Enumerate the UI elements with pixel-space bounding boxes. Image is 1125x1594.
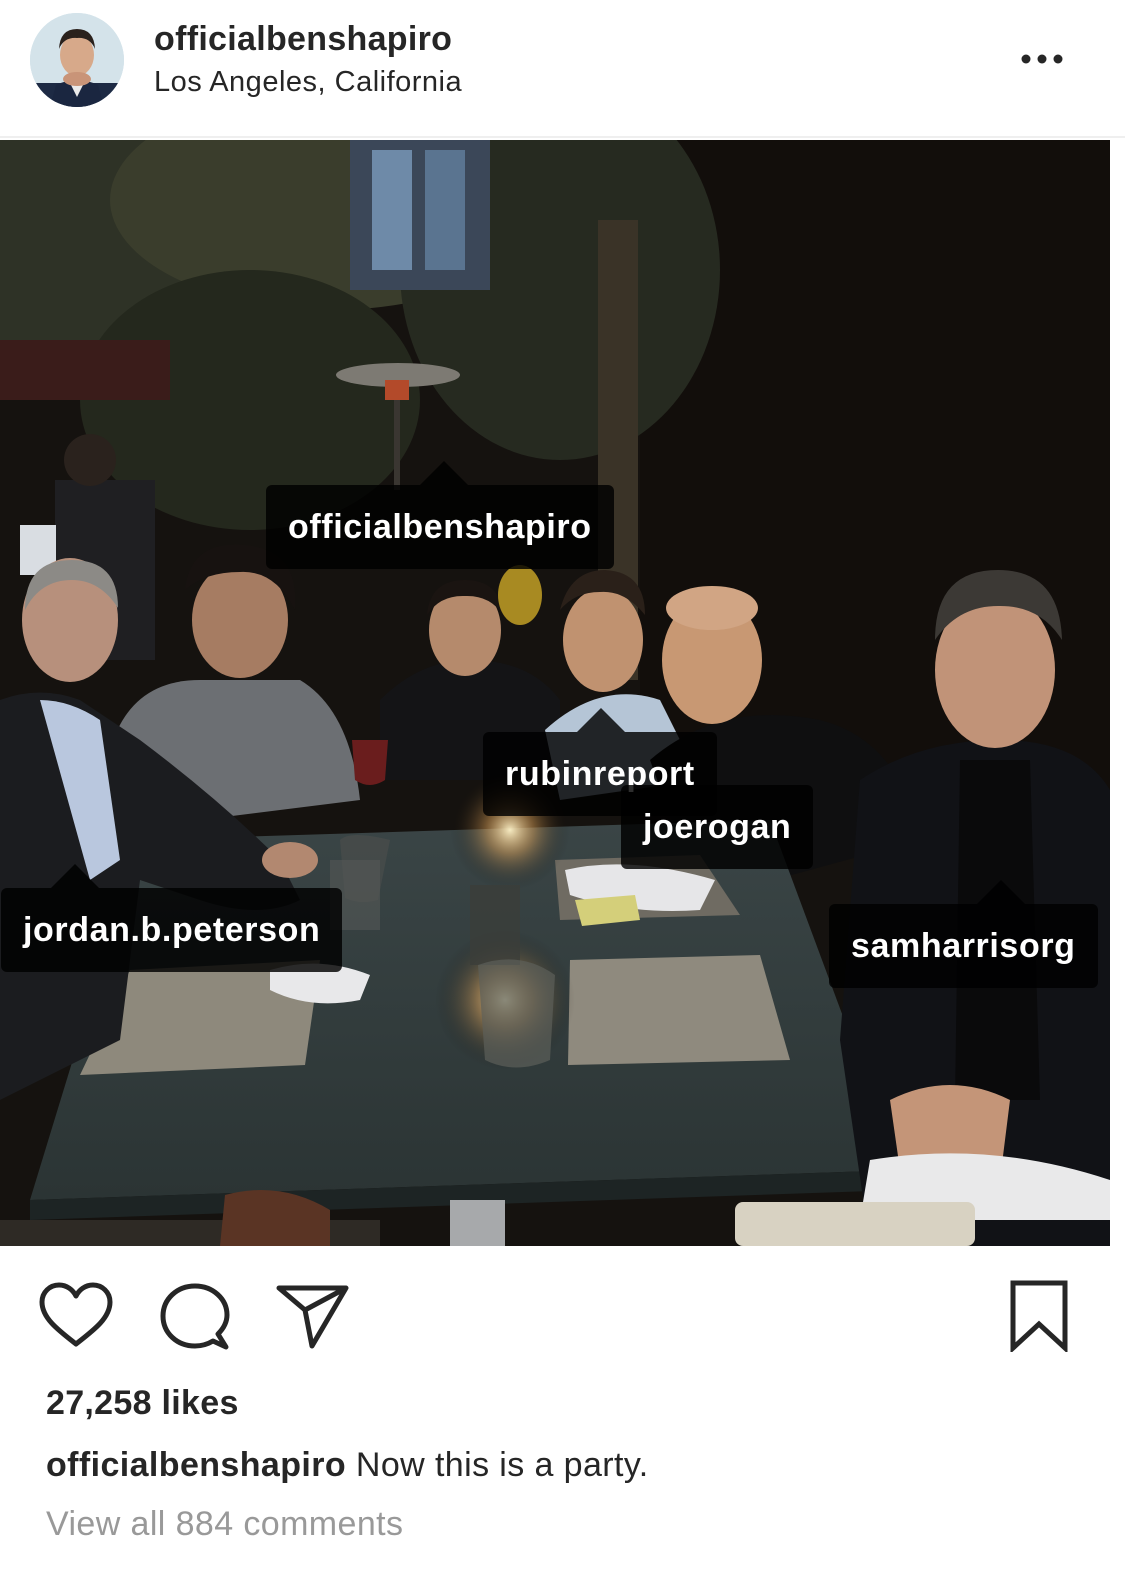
comment-icon: [160, 1283, 230, 1350]
comment-button[interactable]: [160, 1282, 230, 1357]
post-header: officialbenshapiro Los Angeles, Californ…: [0, 0, 1125, 138]
tag-pointer: [420, 461, 468, 485]
post-actions-bar: [0, 1246, 1125, 1376]
photo-tag-samharrisorg[interactable]: samharrisorg: [829, 880, 1098, 988]
like-button[interactable]: [38, 1282, 114, 1353]
photo-tag-label: joerogan: [643, 808, 792, 846]
photo-tag-label: samharrisorg: [851, 927, 1076, 965]
photo-tag-jordan-b-peterson[interactable]: jordan.b.peterson: [1, 864, 343, 972]
photo-tag-label: jordan.b.peterson: [23, 911, 321, 949]
view-all-comments-link[interactable]: View all 884 comments: [46, 1505, 403, 1544]
share-button[interactable]: [276, 1284, 350, 1355]
caption-username[interactable]: officialbenshapiro: [46, 1446, 346, 1484]
photo-tag-joerogan[interactable]: joerogan: [621, 785, 814, 869]
bookmark-icon: [1010, 1280, 1068, 1354]
more-options-button[interactable]: [1010, 42, 1070, 76]
tag-pointer: [577, 708, 625, 732]
post-caption: officialbenshapiro Now this is a party.: [46, 1446, 649, 1485]
more-options-icon: [1021, 54, 1063, 64]
caption-text: Now this is a party.: [355, 1446, 649, 1484]
photo-tag-officialbenshapiro[interactable]: officialbenshapiro: [266, 461, 614, 569]
post-username[interactable]: officialbenshapiro: [154, 20, 452, 59]
heart-icon: [39, 1282, 113, 1347]
post-photo[interactable]: officialbenshapiro rubinreport joerogan …: [0, 140, 1110, 1246]
photo-scene: [0, 140, 1110, 1246]
paper-plane-icon: [276, 1285, 349, 1349]
tag-pointer: [51, 864, 99, 888]
tag-pointer: [977, 880, 1025, 904]
save-button[interactable]: [1010, 1280, 1068, 1357]
profile-avatar[interactable]: [30, 13, 124, 107]
post-location[interactable]: Los Angeles, California: [154, 66, 462, 99]
likes-count[interactable]: 27,258 likes: [46, 1384, 239, 1423]
photo-tag-label: officialbenshapiro: [288, 508, 592, 546]
